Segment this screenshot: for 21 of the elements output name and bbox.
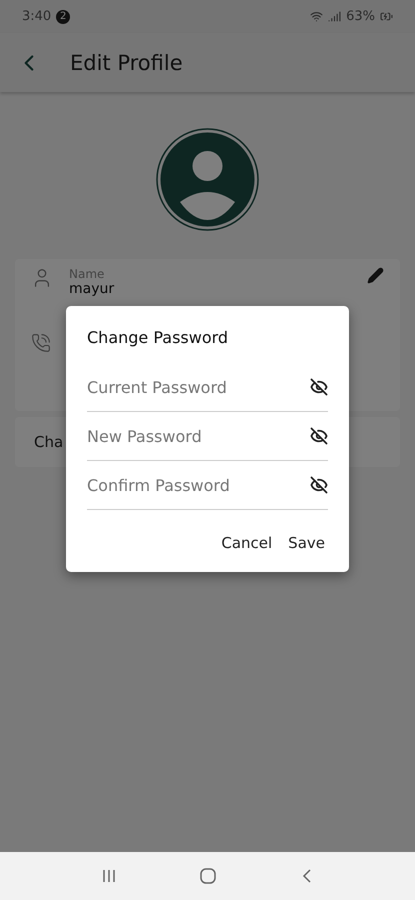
recents-icon[interactable] — [101, 868, 118, 884]
password-field[interactable]: New Password — [87, 426, 310, 446]
name-value: mayur — [69, 281, 116, 297]
notification-badge: 2 — [56, 10, 70, 24]
battery-icon — [380, 10, 393, 23]
dialog-title: Change Password — [87, 328, 230, 347]
pencil-icon[interactable] — [367, 267, 384, 284]
phone-icon — [31, 333, 51, 353]
eye-off-icon[interactable] — [310, 378, 328, 396]
status-time: 3:40 — [22, 9, 52, 24]
save-button[interactable]: Save — [285, 528, 328, 558]
cancel-button[interactable]: Cancel — [218, 528, 276, 558]
eye-off-icon[interactable] — [310, 427, 328, 445]
battery-percent: 63% — [346, 9, 375, 24]
password-field[interactable]: Current Password — [87, 378, 310, 396]
avatar-icon[interactable] — [156, 128, 259, 231]
home-icon[interactable] — [199, 867, 218, 885]
name-label: Name — [69, 267, 106, 281]
eye-off-icon[interactable] — [310, 476, 328, 494]
page-title: Edit Profile — [70, 50, 183, 74]
password-field[interactable]: Confirm Password — [87, 476, 310, 494]
